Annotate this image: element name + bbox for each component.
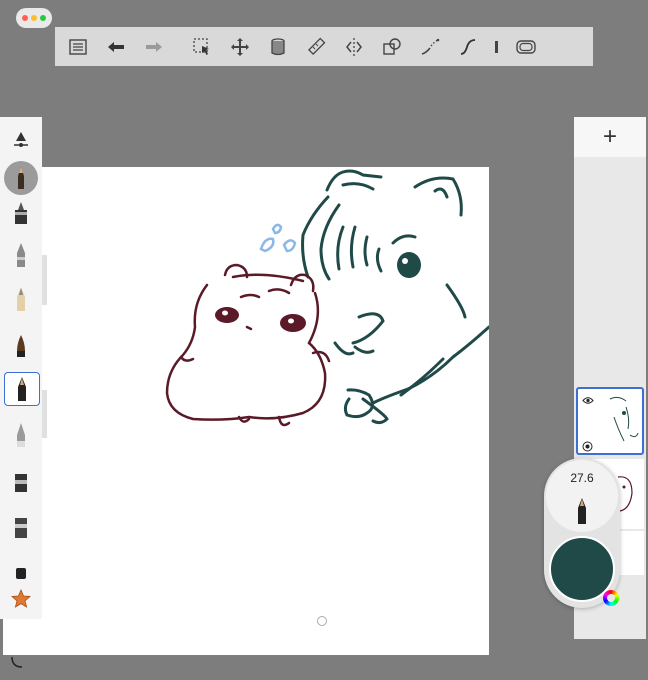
sweat-drops [259, 223, 297, 253]
redo-icon[interactable] [135, 27, 173, 66]
airbrush-brush[interactable] [4, 419, 38, 451]
color-wheel-icon[interactable] [603, 590, 619, 606]
minimize-dot[interactable] [31, 15, 37, 21]
current-brush-icon [578, 498, 586, 524]
favorites-star[interactable] [4, 583, 38, 615]
layer-thumbnail-selected[interactable] [576, 387, 644, 455]
hamster-eye-left [215, 307, 239, 323]
layer-visibility-eye-icon[interactable] [582, 392, 594, 410]
layer-blend-icon[interactable] [582, 439, 593, 457]
zoom-dot[interactable] [40, 15, 46, 21]
shapes-icon[interactable] [373, 27, 411, 66]
symmetry-icon[interactable] [335, 27, 373, 66]
fill-bucket-icon[interactable] [259, 27, 297, 66]
wide-marker-brush[interactable] [4, 511, 38, 543]
selection-icon[interactable] [183, 27, 221, 66]
hamster-drawing [165, 263, 331, 427]
resize-corner-icon [10, 655, 24, 674]
pencil-brush[interactable] [4, 161, 38, 195]
steady-stroke-icon[interactable] [449, 27, 487, 66]
brush-sidebar [0, 117, 42, 619]
canvas-rotate-handle[interactable] [317, 616, 327, 626]
hamster-eye-right [280, 314, 306, 332]
sidebar-tab-lower[interactable] [42, 390, 47, 438]
ruler-icon[interactable] [297, 27, 335, 66]
technical-pen-brush[interactable] [4, 197, 38, 229]
brush-size-value: 27.6 [570, 471, 594, 485]
sidebar-tab-upper[interactable] [42, 255, 47, 305]
cat-drawing [301, 169, 491, 425]
predictive-stroke-icon[interactable] [411, 27, 449, 66]
drawing-canvas[interactable] [3, 167, 491, 655]
undo-icon[interactable] [97, 27, 135, 66]
marker-brush[interactable] [4, 239, 38, 271]
brush-color-widget: 27.6 [544, 458, 620, 608]
fountain-pen-brush[interactable] [4, 283, 38, 315]
layers-list-icon[interactable] [59, 27, 97, 66]
perspective-icon[interactable] [487, 27, 507, 66]
add-layer-button[interactable]: + [574, 117, 646, 157]
brush-size-slider[interactable]: 27.6 [546, 460, 618, 532]
ink-brush[interactable] [4, 329, 38, 361]
top-toolbar [55, 27, 593, 66]
selected-pen-brush[interactable] [4, 372, 40, 406]
app-window: + 27.6 [0, 0, 648, 680]
cat-eye [397, 252, 421, 278]
transform-icon[interactable] [221, 27, 259, 66]
brush-settings-icon[interactable] [4, 123, 38, 155]
window-controls[interactable] [16, 8, 52, 28]
close-dot[interactable] [22, 15, 28, 21]
fullscreen-icon[interactable] [507, 27, 545, 66]
artwork [165, 169, 491, 427]
chisel-marker-brush[interactable] [4, 465, 38, 497]
